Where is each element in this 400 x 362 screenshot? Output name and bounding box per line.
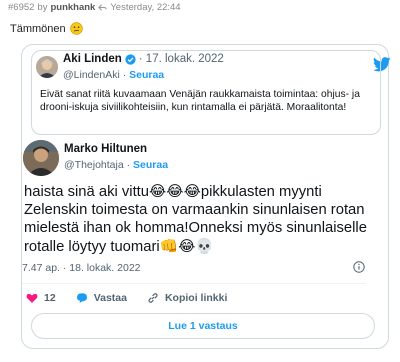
post-content: Tämmönen [10,22,83,35]
quoted-date[interactable]: · 17. lokak. 2022 [139,53,224,65]
tweet-actions: 12 Vastaa Kopioi linkki [26,292,247,304]
tweet-author-name[interactable]: Marko Hiltunen [64,143,147,155]
confused-face-emoji [69,22,83,35]
reply-icon-small [98,4,107,11]
post-meta: #6952 by punkhank Yesterday, 22:44 [8,2,181,13]
quoted-handle[interactable]: @LindenAki [63,69,120,81]
avatar[interactable] [23,140,59,176]
tweet-date[interactable]: 7.47 ap. · 18. lokak. 2022 [22,262,141,274]
info-icon[interactable] [353,261,365,273]
read-replies-button[interactable]: Lue 1 vastaus [31,313,375,339]
copy-link-label: Kopioi linkki [164,292,228,304]
tweet-handle-line: @Thejohtaja · Seuraa [64,159,169,171]
like-count: 12 [44,292,56,304]
tweet-text: haista sinä aki vittu😂😂😂pikkulasten myyn… [24,184,367,255]
post-id[interactable]: #6952 [8,2,34,13]
post-text: Tämmönen [10,22,66,35]
reply-button[interactable]: Vastaa [76,292,127,304]
follow-link[interactable]: Seuraa [129,69,164,81]
avatar[interactable] [36,56,58,78]
like-button[interactable]: 12 [26,292,56,304]
speech-bubble-icon [76,293,87,303]
post-time: Yesterday, 22:44 [110,2,181,13]
verified-badge-icon [125,53,136,65]
tweet-handle[interactable]: @Thejohtaja [64,159,124,171]
link-icon [148,293,158,303]
by-label: by [37,2,48,13]
quoted-handle-line: @LindenAki · Seuraa [63,69,165,81]
quoted-tweet-text: Eivät sanat riitä kuvaamaan Venäjän rauk… [40,89,360,114]
reply-label: Vastaa [93,292,127,304]
follow-link[interactable]: Seuraa [133,159,168,171]
post-author[interactable]: punkhank [50,2,95,13]
quoted-author[interactable]: Aki Linden · 17. lokak. 2022 [63,53,224,65]
copy-link-button[interactable]: Kopioi linkki [147,292,227,304]
quoted-author-name[interactable]: Aki Linden [63,53,122,65]
divider [22,283,366,284]
heart-icon [26,293,38,303]
